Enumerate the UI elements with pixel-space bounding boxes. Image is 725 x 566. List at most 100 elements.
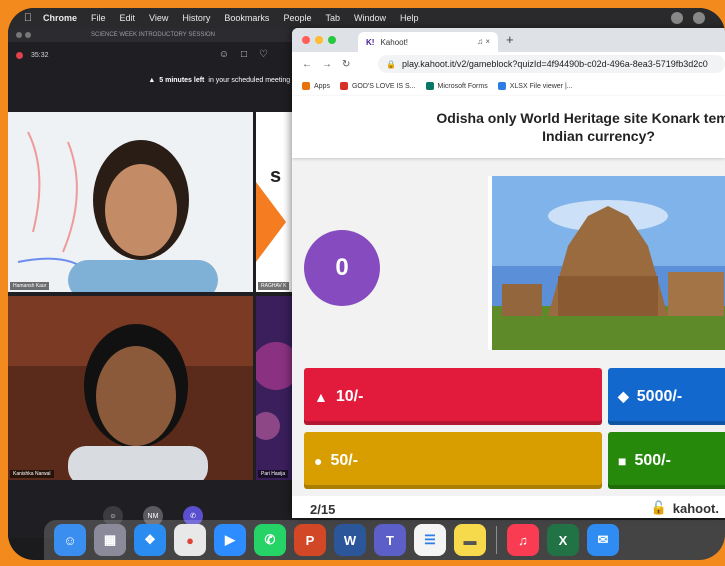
bookmarks-bar: Apps GOD'S LOVE IS S... Microsoft Forms …	[292, 76, 725, 97]
excel-icon[interactable]: X	[547, 524, 579, 556]
bookmark-apps[interactable]: Apps	[302, 82, 330, 90]
menu-file[interactable]: File	[84, 13, 113, 23]
status-icons	[671, 12, 705, 24]
bookmark-label: GOD'S LOVE IS S...	[351, 82, 416, 90]
teams-icon[interactable]: T	[374, 524, 406, 556]
answer-label: 500/-	[634, 451, 671, 469]
square-icon: ■	[618, 452, 627, 469]
forms-icon	[425, 82, 434, 90]
answer-green[interactable]: ■ 500/-	[608, 432, 725, 489]
participant-video-girl	[17, 131, 218, 292]
bookmark-gods-love[interactable]: GOD'S LOVE IS S...	[339, 82, 416, 90]
powerpoint-icon[interactable]: P	[294, 524, 326, 556]
answer-label: 5000/-	[636, 387, 683, 405]
maximize-window-icon[interactable]	[328, 36, 336, 44]
triangle-icon: ▲	[314, 388, 328, 405]
address-bar[interactable]: 🔒 play.kahoot.it/v2/gameblock?quizId=4f9…	[378, 55, 725, 73]
menu-view[interactable]: View	[142, 13, 175, 23]
brand-text: kahoot.	[672, 500, 719, 516]
answer-label: 50/-	[330, 451, 359, 469]
warning-bold: 5 minutes left	[159, 76, 205, 84]
url-text: play.kahoot.it/v2/gameblock?quizId=4f944…	[401, 59, 708, 69]
game-footer: 2/15 🔓 kahoot.	[292, 496, 725, 518]
kahoot-favicon: K!	[366, 37, 375, 47]
dock-separator	[496, 526, 497, 554]
menu-window[interactable]: Window	[347, 13, 393, 23]
answer-blue[interactable]: ◆ 5000/-	[608, 368, 725, 425]
new-tab-icon[interactable]: +	[506, 32, 514, 47]
reminders-icon[interactable]: ☰	[414, 524, 446, 556]
countdown-timer: 0	[304, 230, 380, 306]
meeting-header: 35:32 ☺ □ ♡	[8, 42, 298, 68]
participants-icon[interactable]: ☺	[219, 49, 229, 60]
close-window-icon[interactable]	[302, 36, 310, 44]
participant-name-2: RAGHAV K	[258, 282, 290, 290]
meeting-warning: ▲ 5 minutes left in your scheduled meeti…	[8, 68, 298, 92]
meeting-window-controls	[16, 32, 31, 38]
mail-icon[interactable]: ✉	[587, 524, 619, 556]
status-toggle-icon[interactable]	[671, 12, 683, 24]
tab-title: Kahoot!	[380, 37, 409, 47]
bookmark-forms[interactable]: Microsoft Forms	[425, 82, 488, 90]
video-tile-3[interactable]: Kanishka Narwal	[8, 296, 253, 480]
menu-app-name[interactable]: Chrome	[36, 13, 84, 23]
zoom-icon[interactable]: ▶	[214, 524, 246, 556]
participant-video-boy	[8, 296, 253, 480]
warning-icon: ▲	[148, 76, 156, 84]
menu-help[interactable]: Help	[393, 13, 426, 23]
question-text: Odisha only World Heritage site Konark t…	[324, 109, 725, 145]
chrome-icon[interactable]: ●	[174, 524, 206, 556]
record-icon	[16, 51, 23, 59]
close-tab-icon[interactable]: ×	[485, 37, 490, 46]
menu-bookmarks[interactable]: Bookmarks	[217, 13, 276, 23]
bookmark-label: XLSX File viewer |...	[509, 82, 573, 90]
tab-strip: K! Kahoot! ♫ × +	[292, 28, 725, 52]
music-icon[interactable]: ♫	[507, 524, 539, 556]
finder-icon[interactable]: ☺	[54, 524, 86, 556]
audio-icon[interactable]: ♫	[477, 37, 483, 46]
menu-bar:  Chrome File Edit View History Bookmark…	[8, 8, 725, 28]
participant-name-1: Hamansh Kaur	[10, 282, 50, 290]
tab-kahoot[interactable]: K! Kahoot! ♫ ×	[358, 32, 498, 52]
notes-icon[interactable]: ▬	[454, 524, 486, 556]
minimize-window-icon[interactable]	[315, 36, 323, 44]
whatsapp-icon[interactable]: ✆	[254, 524, 286, 556]
lock-icon[interactable]: 🔓	[651, 500, 667, 516]
xlsx-icon	[497, 82, 506, 90]
nav-buttons: ← → ↻	[302, 59, 350, 70]
lock-icon: 🔒	[386, 59, 396, 69]
menu-history[interactable]: History	[175, 13, 217, 23]
close-dot-icon[interactable]	[16, 32, 22, 38]
question-line-2: Indian currency?	[542, 128, 655, 144]
video-tile-1[interactable]: Hamansh Kaur	[8, 112, 253, 292]
participant-name-3: Kanishka Narwal	[10, 470, 54, 478]
meeting-title-bar: SCIENCE WEEK INTRODUCTORY SESSION	[8, 28, 298, 42]
svg-text:s: s	[270, 165, 281, 187]
diamond-icon: ◆	[618, 388, 629, 404]
answer-yellow[interactable]: ● 50/-	[304, 432, 602, 489]
launchpad-icon[interactable]: ▦	[94, 524, 126, 556]
menu-tab[interactable]: Tab	[318, 13, 347, 23]
reload-icon[interactable]: ↻	[342, 59, 350, 70]
meeting-window: SCIENCE WEEK INTRODUCTORY SESSION 35:32 …	[8, 28, 298, 538]
cloud-icon[interactable]	[693, 12, 705, 24]
answer-red[interactable]: ▲ 10/-	[304, 368, 602, 425]
kahoot-brand: 🔓 kahoot.	[651, 500, 719, 516]
apple-icon[interactable]: 	[20, 8, 36, 28]
safari-icon[interactable]: ❖	[134, 524, 166, 556]
meeting-header-icons: ☺ □ ♡	[219, 49, 268, 60]
minimize-dot-icon[interactable]	[25, 32, 31, 38]
kahoot-game: Odisha only World Heritage site Konark t…	[292, 96, 725, 518]
browser-window: K! Kahoot! ♫ × + ← → ↻ 🔒 play.kahoot.it/…	[292, 28, 725, 518]
word-icon[interactable]: W	[334, 524, 366, 556]
konark-temple-image	[492, 176, 725, 350]
back-icon[interactable]: ←	[302, 59, 312, 70]
chat-icon[interactable]: □	[241, 49, 247, 60]
menu-edit[interactable]: Edit	[113, 13, 143, 23]
desktop-screen:  Chrome File Edit View History Bookmark…	[8, 8, 725, 560]
bookmark-xlsx[interactable]: XLSX File viewer |...	[497, 82, 573, 90]
reactions-icon[interactable]: ♡	[259, 49, 268, 60]
menu-people[interactable]: People	[276, 13, 318, 23]
forward-icon[interactable]: →	[322, 59, 332, 70]
apps-grid-icon	[302, 82, 310, 90]
